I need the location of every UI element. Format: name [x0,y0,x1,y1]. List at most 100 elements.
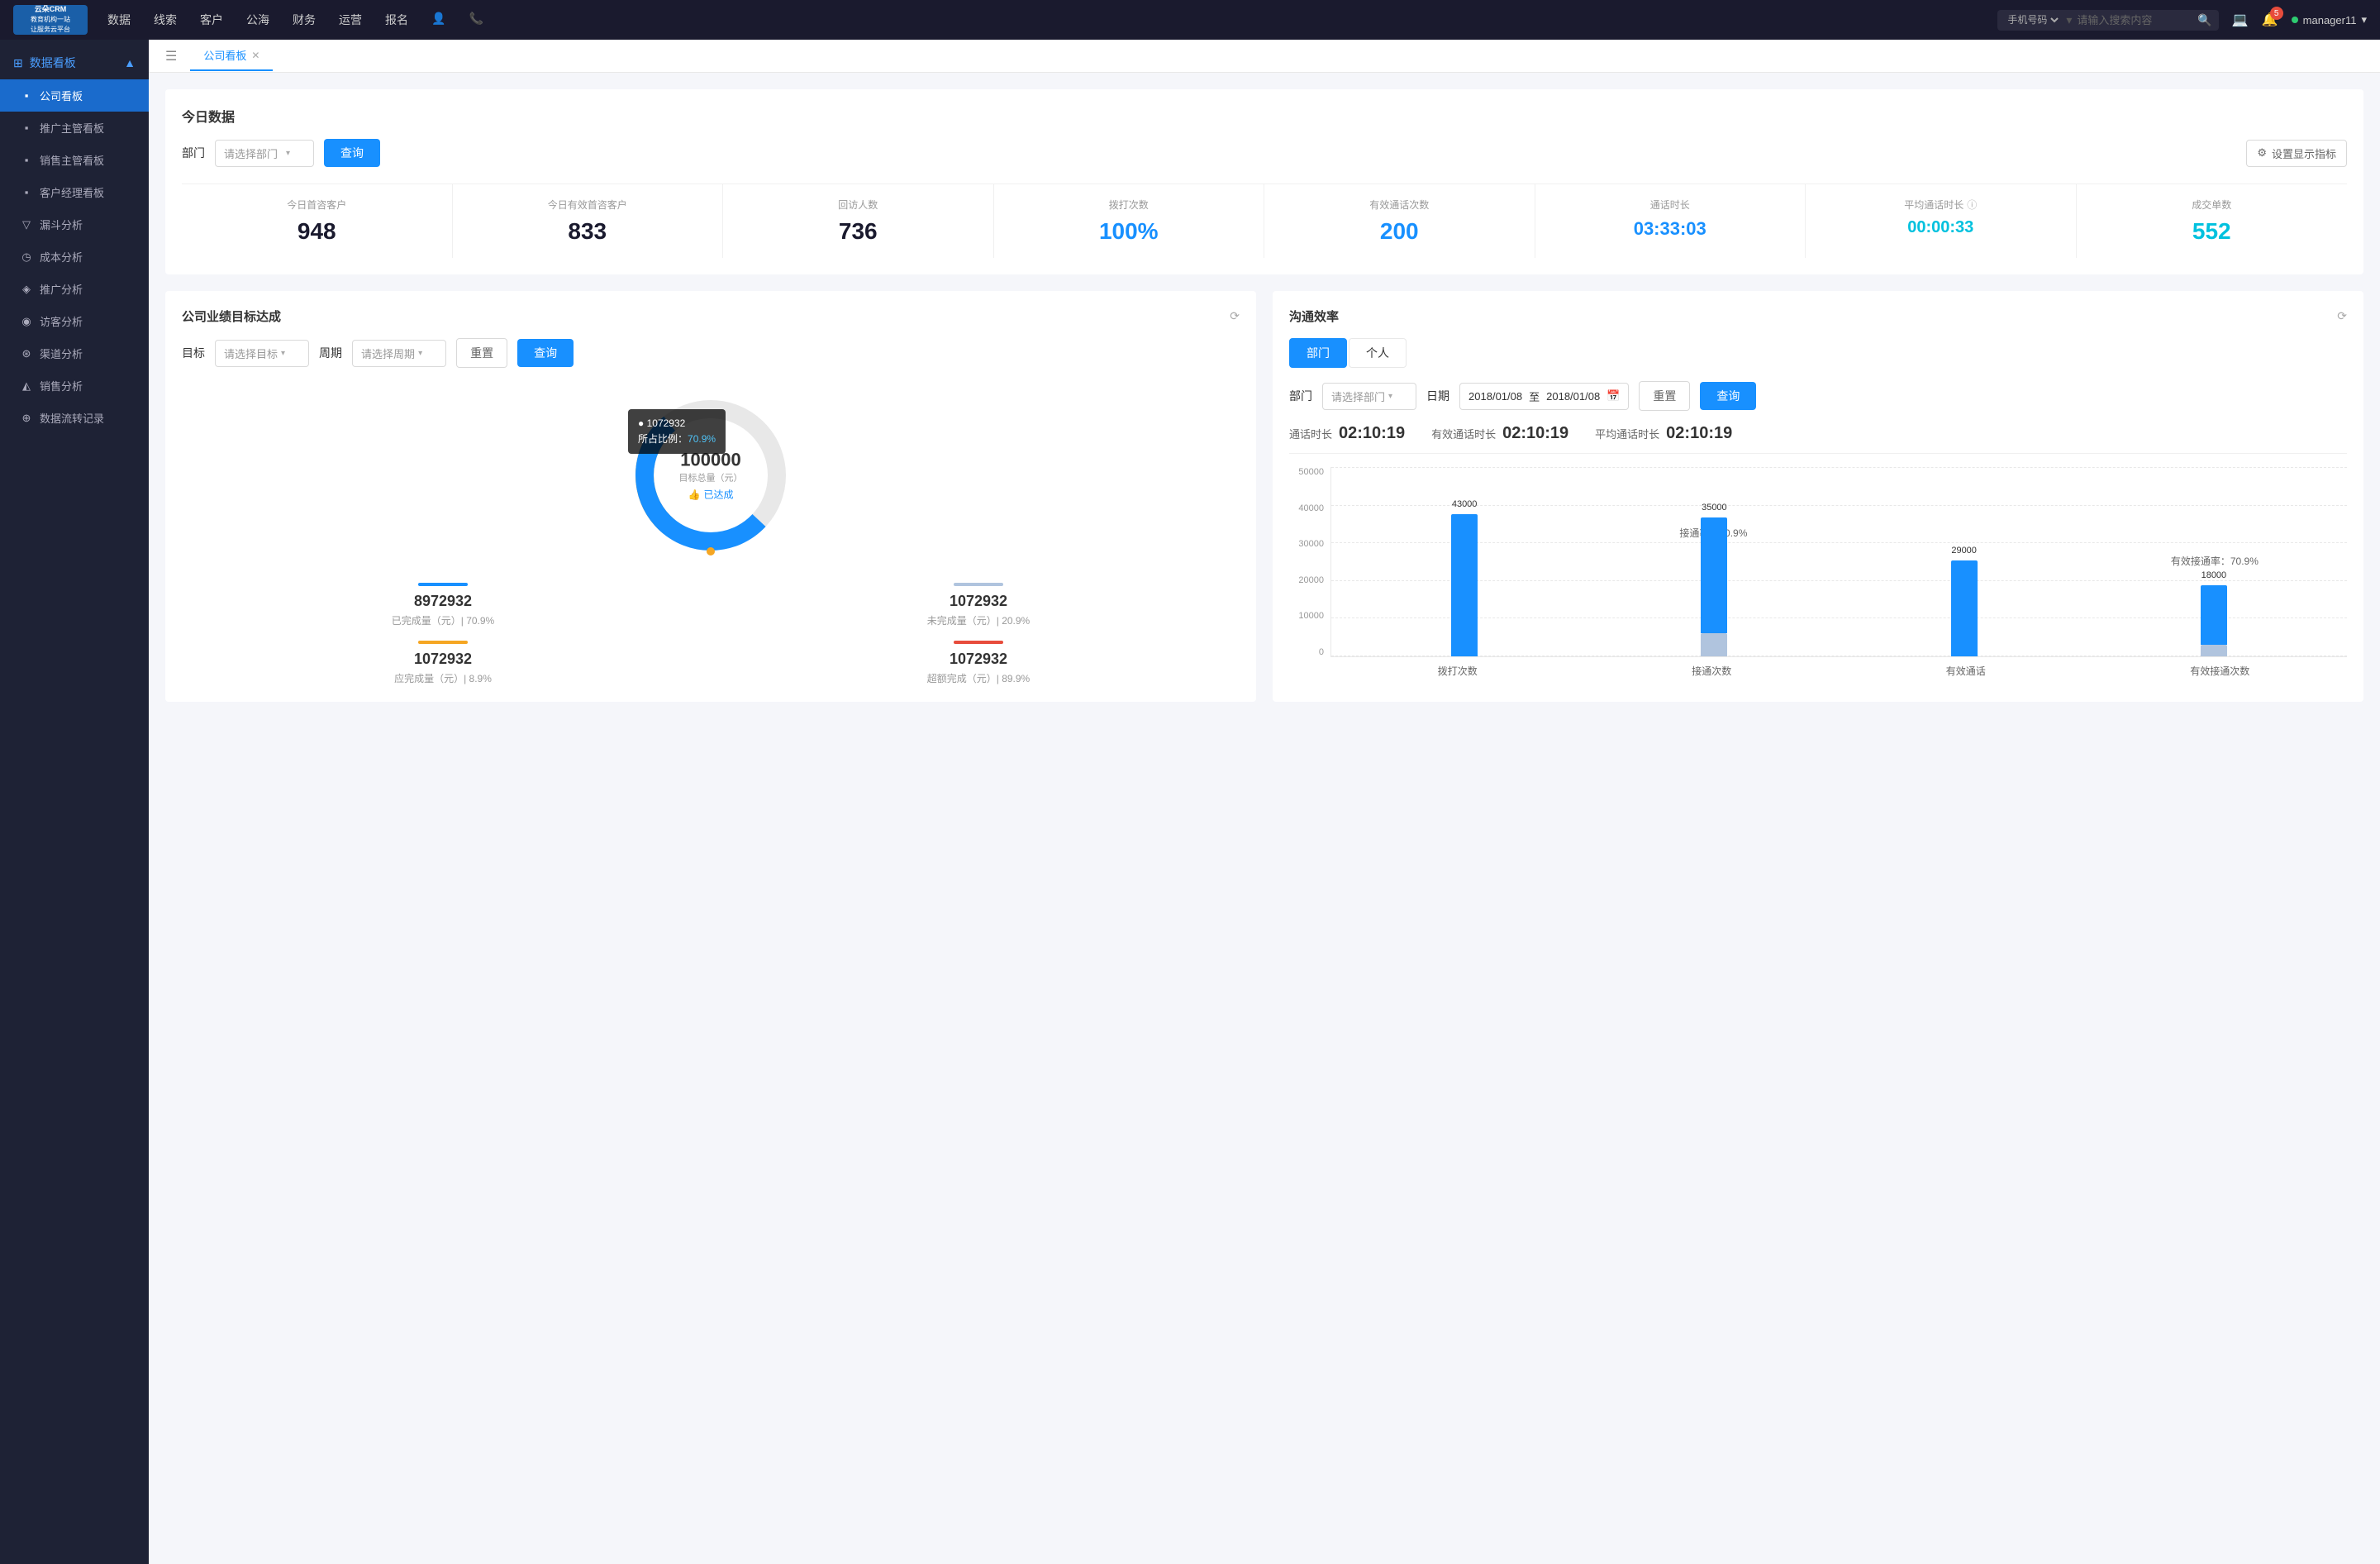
donut-sublabel: 目标总量（元） [679,471,743,484]
goal-select-placeholder: 请选择目标 [224,346,278,361]
today-filter-left: 部门 请选择部门 ▾ 查询 [182,139,380,167]
x-label-dial: 拨打次数 [1330,664,1585,678]
bar-eff-connect-tall: 18000 [2201,585,2227,645]
today-data-section: 今日数据 部门 请选择部门 ▾ 查询 ⚙ 设置显示指标 [165,89,2363,274]
tab-menu-icon[interactable]: ☰ [165,48,177,64]
bar-eff-connect-main[interactable] [2201,585,2227,645]
bottom-panels: 公司业绩目标达成 ⟳ 目标 请选择目标 ▾ 周期 请选择周期 ▾ [165,291,2363,702]
goal-stat-label: 已完成量（元）| 70.9% [182,613,704,627]
sidebar-item-channel[interactable]: ⊛ 渠道分析 [0,337,149,370]
tab-company-board[interactable]: 公司看板 ✕ [190,41,273,71]
nav-data[interactable]: 数据 [107,12,131,28]
goal-query-button[interactable]: 查询 [517,339,574,367]
bar-group-connect: 接通率：70.9% 35000 [1701,467,1727,656]
sidebar-item-promo[interactable]: ◈ 推广分析 [0,273,149,305]
bar-eff-connect-short[interactable] [2201,645,2227,656]
dept-filter-label: 部门 [182,145,205,161]
comm-query-button[interactable]: 查询 [1700,382,1756,410]
goal-stats: 8972932 已完成量（元）| 70.9% 1072932 未完成量（元）| … [182,583,1240,685]
goal-reset-button[interactable]: 重置 [456,338,507,368]
bar-chart: 50000 40000 30000 20000 10000 0 [1289,467,2347,682]
bar-connect-tall: 35000 [1701,517,1727,633]
nav-customer[interactable]: 客户 [200,12,223,28]
promo-mgr-icon: ▪ [20,122,33,135]
donut-chart: 100000 目标总量（元） 👍 已达成 ● 1072932 所占比例： [620,384,802,566]
eff-connect-rate-label: 有效接通率：70.9% [2168,552,2262,570]
completed-bar [418,583,468,586]
x-label-eff-connect: 有效接通次数 [2093,664,2348,678]
nav-phone-icon[interactable]: 📞 [469,12,483,28]
search-icon[interactable]: 🔍 [2197,13,2211,27]
sidebar-section-header[interactable]: ⊞ 数据看板 ▲ [0,46,149,79]
tab-close-icon[interactable]: ✕ [251,50,259,61]
nav-sea[interactable]: 公海 [246,12,269,28]
goal-filter-label1: 目标 [182,345,205,361]
data-flow-icon: ⊕ [20,412,33,425]
sidebar-item-label: 漏斗分析 [40,217,83,232]
grid-icon: ⊞ [13,56,23,70]
sidebar-item-label: 销售主管看板 [40,152,104,168]
sidebar-item-data-flow[interactable]: ⊕ 数据流转记录 [0,402,149,434]
sidebar-item-funnel[interactable]: ▽ 漏斗分析 [0,208,149,241]
refresh-icon[interactable]: ⟳ [1230,309,1240,323]
comm-dept-label: 部门 [1289,388,1312,404]
today-query-button[interactable]: 查询 [324,139,380,167]
stat-label: 回访人数 [733,198,983,212]
sidebar-item-sales-mgr[interactable]: ▪ 销售主管看板 [0,144,149,176]
bar-dial-main[interactable] [1451,514,1478,656]
bar-connect-main[interactable] [1701,517,1727,633]
comm-dept-select[interactable]: 请选择部门 ▾ [1322,383,1416,410]
sidebar-item-promo-mgr[interactable]: ▪ 推广主管看板 [0,112,149,144]
search-input[interactable] [2077,14,2192,26]
sales-mgr-icon: ▪ [20,154,33,167]
period-select[interactable]: 请选择周期 ▾ [352,340,446,367]
date-from: 2018/01/08 [1468,390,1522,403]
settings-button[interactable]: ⚙ 设置显示指标 [2246,140,2347,167]
goal-select[interactable]: 请选择目标 ▾ [215,340,309,367]
bar-effective-tall: 29000 [1951,560,1978,656]
comm-stat-value: 02:10:19 [1666,424,1732,443]
sidebar-item-visitor[interactable]: ◉ 访客分析 [0,305,149,337]
device-icon[interactable]: 💻 [2232,12,2249,28]
search-box[interactable]: 手机号码 ▾ 🔍 [1997,10,2218,31]
donut-tooltip: ● 1072932 所占比例：70.9% [628,409,726,454]
nav-leads[interactable]: 线索 [154,12,177,28]
sidebar-item-company-board[interactable]: ▪ 公司看板 [0,79,149,112]
comm-tab-dept[interactable]: 部门 [1289,338,1347,368]
refresh-icon2[interactable]: ⟳ [2337,309,2347,323]
dept-select[interactable]: 请选择部门 ▾ [215,140,314,167]
date-range[interactable]: 2018/01/08 至 2018/01/08 📅 [1459,383,1629,410]
nav-person-icon[interactable]: 👤 [431,12,445,28]
sidebar-item-label: 访客分析 [40,313,83,329]
goal-stat-label: 未完成量（元）| 20.9% [717,613,1240,627]
bar-connect-short[interactable] [1701,633,1727,656]
stat-effective-consult: 今日有效首咨客户 833 [453,184,724,258]
nav-finance[interactable]: 财务 [293,12,316,28]
tooltip-value: 1072932 [647,417,686,429]
today-data-title: 今日数据 [182,106,2347,126]
comm-panel-header: 沟通效率 ⟳ [1289,308,2347,325]
stat-value: 100% [1004,218,1254,245]
search-type-select[interactable]: 手机号码 [2004,13,2061,26]
goal-panel: 公司业绩目标达成 ⟳ 目标 请选择目标 ▾ 周期 请选择周期 ▾ [165,291,1256,702]
calendar-icon[interactable]: 📅 [1606,389,1620,403]
date-separator: 至 [1529,389,1540,404]
sidebar-item-cost[interactable]: ◷ 成本分析 [0,241,149,273]
bar-effective-main[interactable] [1951,560,1978,656]
user-info[interactable]: manager11 ▾ [2292,13,2367,26]
sidebar-item-sales[interactable]: ◭ 销售分析 [0,370,149,402]
sidebar-item-cust-mgr[interactable]: ▪ 客户经理看板 [0,176,149,208]
notification-icon[interactable]: 🔔 5 [2262,12,2278,28]
sidebar-collapse-icon[interactable]: ▲ [124,56,136,69]
comm-tab-person[interactable]: 个人 [1349,338,1407,368]
nav-signup[interactable]: 报名 [385,12,408,28]
goal-stat-completed: 8972932 已完成量（元）| 70.9% [182,583,704,627]
chevron-down-icon: ▾ [281,349,285,358]
nav-ops[interactable]: 运营 [339,12,362,28]
user-dropdown-icon[interactable]: ▾ [2361,13,2367,26]
sales-icon: ◭ [20,379,33,393]
goal-filters: 目标 请选择目标 ▾ 周期 请选择周期 ▾ 重置 查询 [182,338,1240,368]
comm-reset-button[interactable]: 重置 [1639,381,1690,411]
donut-section: 100000 目标总量（元） 👍 已达成 ● 1072932 所占比例： [182,384,1240,566]
goal-stat-value: 8972932 [182,593,704,610]
